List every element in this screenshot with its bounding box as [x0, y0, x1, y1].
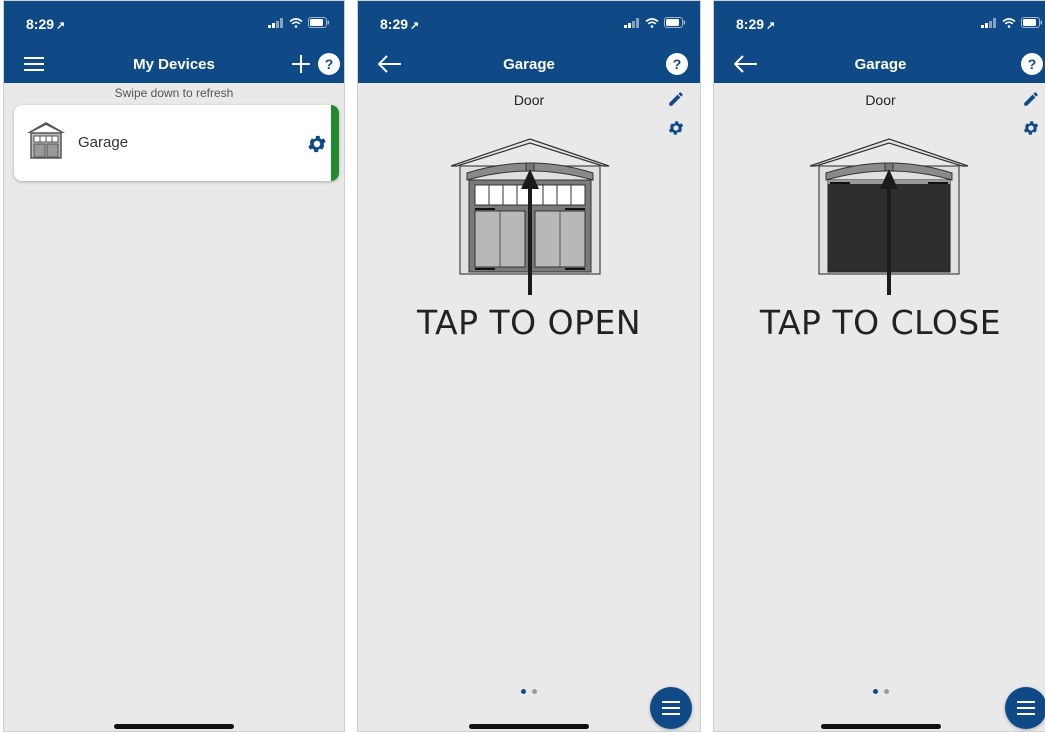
door-action-label[interactable]: TAP TO OPEN — [358, 303, 700, 342]
menu-icon — [1017, 701, 1035, 715]
title-bar: Garage ? — [714, 47, 1045, 81]
wifi-icon — [645, 17, 659, 28]
status-bar: 8:29 ↗ — [358, 1, 700, 45]
wifi-icon — [289, 17, 303, 28]
title-bar: Garage ? — [358, 47, 700, 81]
page-title: Garage — [503, 56, 555, 73]
my-devices-screen: 8:29 ↗ My Devices ? Swipe down to refresh… — [3, 0, 345, 732]
pencil-icon[interactable] — [1022, 90, 1040, 108]
garage-door-open-button[interactable] — [808, 135, 970, 297]
page-dot[interactable] — [532, 689, 537, 694]
gear-icon[interactable] — [667, 119, 685, 137]
help-icon[interactable]: ? — [1021, 53, 1043, 75]
page-title: Garage — [854, 56, 907, 73]
location-icon: ↗ — [766, 20, 776, 32]
fab-menu-button[interactable] — [650, 687, 692, 729]
wifi-icon — [1002, 17, 1016, 28]
gear-icon[interactable] — [1022, 119, 1040, 137]
status-icons — [624, 17, 686, 28]
garage-door-screen-closed: 8:29 ↗ Garage ? Door TAP TO OPEN — [357, 0, 701, 732]
plus-icon[interactable] — [291, 54, 311, 74]
location-icon: ↗ — [410, 20, 420, 32]
help-icon[interactable]: ? — [666, 53, 688, 75]
refresh-hint: Swipe down to refresh — [114, 86, 234, 100]
signal-icon — [268, 17, 283, 28]
app-header: 8:29 ↗ My Devices ? — [4, 1, 344, 83]
status-icons — [268, 17, 330, 28]
status-time: 8:29 ↗ — [26, 16, 66, 32]
garage-door-screen-open: 8:29 ↗ Garage ? Door TAP TO CLOSE — [713, 0, 1045, 732]
status-time: 8:29 ↗ — [380, 16, 420, 32]
app-header: 8:29 ↗ Garage ? — [714, 1, 1045, 83]
status-bar: 8:29 ↗ — [714, 1, 1045, 45]
signal-icon — [624, 17, 639, 28]
app-header: 8:29 ↗ Garage ? — [358, 1, 700, 83]
home-indicator — [114, 724, 234, 729]
battery-icon — [308, 17, 330, 28]
pencil-icon[interactable] — [667, 90, 685, 108]
help-icon[interactable]: ? — [318, 53, 340, 75]
page-indicator — [714, 689, 1045, 694]
signal-icon — [981, 17, 996, 28]
page-dot[interactable] — [883, 689, 889, 694]
battery-icon — [664, 17, 686, 28]
online-status-bar — [331, 105, 339, 181]
garage-door-icon — [27, 122, 65, 159]
title-bar: My Devices ? — [4, 47, 344, 81]
home-indicator — [469, 724, 589, 729]
status-bar: 8:29 ↗ — [4, 1, 344, 45]
door-action-label[interactable]: TAP TO CLOSE — [714, 303, 1045, 342]
door-label: Door — [865, 92, 896, 108]
home-indicator — [820, 724, 941, 729]
menu-icon — [662, 701, 680, 715]
page-indicator — [358, 689, 700, 694]
fab-menu-button[interactable] — [1005, 687, 1045, 729]
gear-icon[interactable] — [306, 133, 328, 155]
status-time: 8:29 ↗ — [736, 16, 776, 32]
device-card-garage[interactable]: Garage — [14, 105, 339, 181]
page-dot[interactable] — [872, 689, 878, 694]
door-label: Door — [513, 92, 545, 108]
device-name: Garage — [78, 134, 129, 151]
status-icons — [981, 17, 1043, 28]
battery-icon — [1021, 17, 1043, 28]
garage-door-closed-button[interactable] — [449, 135, 611, 297]
location-icon: ↗ — [56, 20, 66, 32]
page-dot[interactable] — [521, 689, 526, 694]
